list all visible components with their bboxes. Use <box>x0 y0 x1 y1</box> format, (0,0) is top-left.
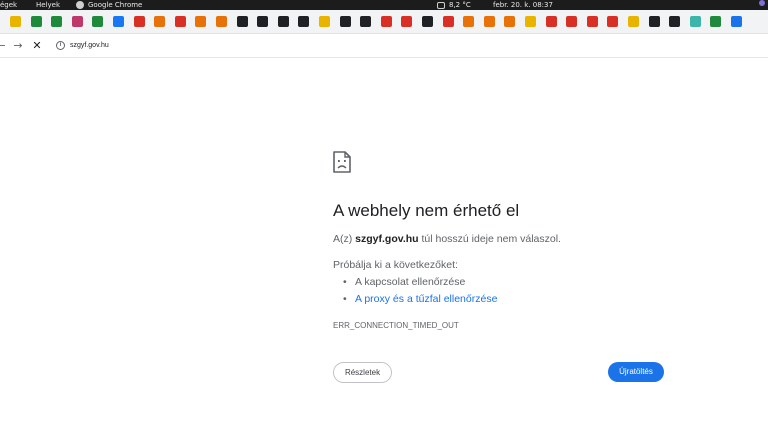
bookmark-favicon-icon[interactable] <box>442 16 454 27</box>
bookmark-favicon-icon[interactable] <box>216 16 227 27</box>
bookmark-favicon-icon[interactable] <box>71 16 83 27</box>
reload-button[interactable]: Újratöltés <box>608 362 664 382</box>
bookmark-favicon-icon[interactable] <box>92 16 104 27</box>
bookmark-favicon-icon[interactable] <box>648 16 660 27</box>
bookmark-favicon-icon[interactable] <box>401 16 413 27</box>
bookmark-favicon-icon[interactable] <box>628 16 639 27</box>
back-button[interactable]: ← <box>0 39 8 53</box>
bookmark-favicon-icon[interactable] <box>339 16 351 27</box>
bookmark-favicon-icon[interactable] <box>463 16 475 27</box>
bookmark-favicon-icon[interactable] <box>380 16 392 27</box>
bookmark-favicon-icon[interactable] <box>483 16 495 27</box>
app-menu[interactable]: Google Chrome <box>88 0 142 10</box>
bookmark-favicon-icon[interactable] <box>195 16 207 27</box>
weather-icon <box>437 1 445 9</box>
bookmark-favicon-icon[interactable] <box>586 16 598 27</box>
bookmark-favicon-icon[interactable] <box>607 16 619 27</box>
sad-page-icon <box>333 151 351 173</box>
forward-button[interactable]: → <box>11 39 25 53</box>
bookmark-favicon-icon[interactable] <box>545 16 557 27</box>
proxy-firewall-link[interactable]: A proxy és a tűzfal ellenőrzése <box>355 293 497 305</box>
site-info-icon[interactable]: i <box>56 41 65 50</box>
error-domain: szgyf.gov.hu <box>355 233 419 245</box>
message-suffix: túl hosszú ideje nem válaszol. <box>418 233 561 245</box>
bookmark-favicon-icon[interactable] <box>174 16 186 27</box>
activities-label[interactable]: égek <box>0 0 17 10</box>
bookmark-favicon-icon[interactable] <box>298 16 310 27</box>
bookmark-favicon-icon[interactable] <box>10 16 21 27</box>
bookmark-favicon-icon[interactable] <box>51 16 63 27</box>
bookmark-favicon-icon[interactable] <box>504 16 516 27</box>
suggestion-check-proxy-firewall[interactable]: • A proxy és a tűzfal ellenőrzése <box>343 292 497 309</box>
clock[interactable]: febr. 20. k. 08:37 <box>493 0 553 10</box>
bookmark-favicon-icon[interactable] <box>133 16 145 27</box>
bookmark-favicon-icon[interactable] <box>319 16 330 27</box>
bookmark-favicon-icon[interactable] <box>113 16 124 27</box>
suggestions-list: • A kapcsolat ellenőrzése • A proxy és a t… <box>343 275 497 309</box>
bookmark-favicon-icon[interactable] <box>689 16 701 27</box>
temperature[interactable]: 8,2 °C <box>449 0 471 10</box>
bookmark-favicon-icon[interactable] <box>566 16 578 27</box>
error-message: A(z) szgyf.gov.hu túl hosszú ideje nem v… <box>333 233 561 245</box>
message-prefix: A(z) <box>333 233 356 245</box>
details-button[interactable]: Részletek <box>333 362 392 383</box>
bookmark-favicon-icon[interactable] <box>236 16 248 27</box>
places-menu[interactable]: Helyek <box>36 0 60 10</box>
error-code: ERR_CONNECTION_TIMED_OUT <box>333 321 459 330</box>
system-top-bar: égek Helyek Google Chrome 8,2 °C febr. 2… <box>0 0 768 10</box>
bookmark-favicon-icon[interactable] <box>422 16 433 27</box>
chrome-icon <box>76 1 84 9</box>
error-title: A webhely nem érhető el <box>333 201 520 220</box>
bookmark-favicon-icon[interactable] <box>257 16 269 27</box>
navigation-bar: ← → ✕ i szgyf.gov.hu <box>0 34 768 58</box>
bookmark-favicon-icon[interactable] <box>360 16 372 27</box>
bookmark-favicon-icon[interactable] <box>710 16 722 27</box>
stop-button[interactable]: ✕ <box>30 39 44 53</box>
address-bar-url[interactable]: szgyf.gov.hu <box>70 40 109 52</box>
bookmark-favicon-icon[interactable] <box>731 16 742 27</box>
bookmark-favicon-icon[interactable] <box>525 16 536 27</box>
suggestions-heading: Próbálja ki a következőket: <box>333 259 458 271</box>
suggestion-check-connection: • A kapcsolat ellenőrzése <box>343 276 466 288</box>
user-status-icon[interactable] <box>759 0 765 6</box>
bookmark-favicon-icon[interactable] <box>669 16 681 27</box>
bookmark-favicon-icon[interactable] <box>30 16 42 27</box>
bookmarks-bar <box>0 10 768 34</box>
bookmark-favicon-icon[interactable] <box>277 16 289 27</box>
bookmark-favicon-icon[interactable] <box>154 16 166 27</box>
